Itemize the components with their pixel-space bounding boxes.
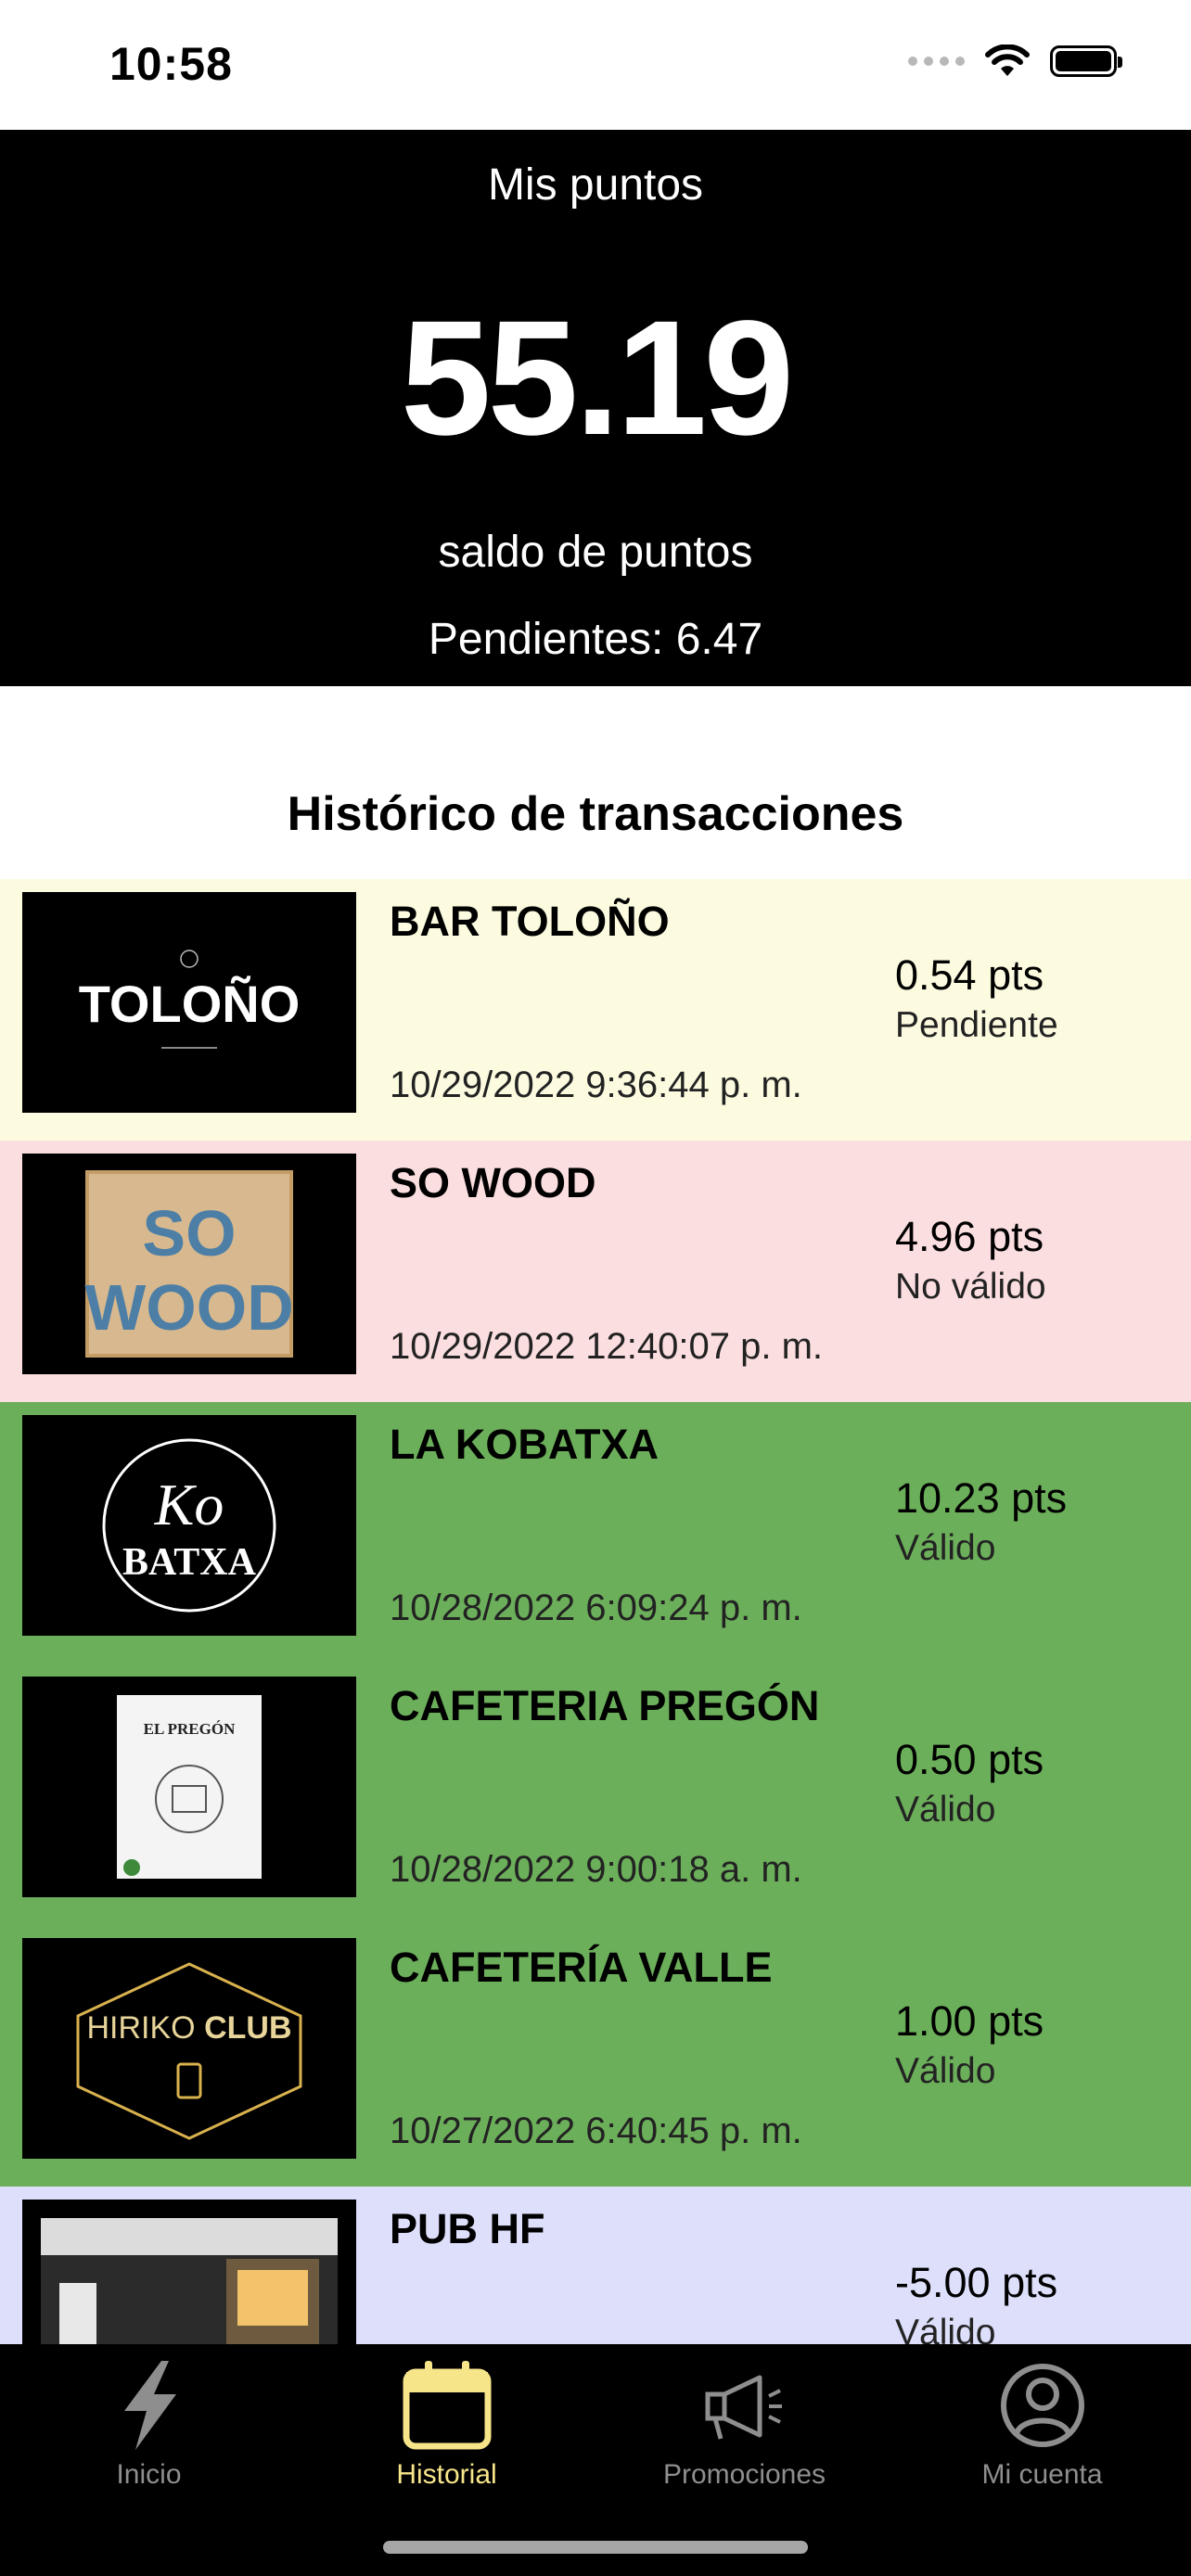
tab-label: Mi cuenta [981, 2459, 1103, 2490]
history-title: Histórico de transacciones [287, 787, 904, 841]
transaction-status: No válido [895, 1267, 1046, 1307]
signal-icon [908, 57, 965, 66]
transaction-status: Válido [895, 2051, 996, 2091]
merchant-name: CAFETERIA PREGÓN [390, 1682, 820, 1729]
transaction-status: Pendiente [895, 1005, 1058, 1045]
svg-text:Ko: Ko [154, 1472, 224, 1537]
tab-label: Historial [396, 2459, 497, 2490]
transaction-points: 4.96 pts [895, 1213, 1044, 1260]
tab-inicio[interactable]: Inicio [0, 2344, 298, 2511]
transaction-row[interactable]: PUB HF -5.00 pts Válido [0, 2187, 1191, 2344]
points-balance: 55.19 [400, 287, 794, 469]
status-time: 10:58 [109, 38, 233, 90]
points-panel: Mis puntos 55.19 saldo de puntos Pendien… [0, 130, 1191, 686]
tab-promociones[interactable]: Promociones [596, 2344, 893, 2511]
transaction-points: 0.50 pts [895, 1736, 1044, 1783]
transaction-points: 0.54 pts [895, 951, 1044, 999]
merchant-logo: SO WOOD [22, 1154, 356, 1374]
wifi-icon [985, 45, 1030, 76]
tab-mi-cuenta[interactable]: Mi cuenta [893, 2344, 1191, 2511]
transaction-list[interactable]: TOLOÑO BAR TOLOÑO 0.54 pts Pendiente 10/… [0, 879, 1191, 2344]
tab-label: Inicio [116, 2459, 182, 2490]
merchant-logo: HIRIKO CLUB [22, 1938, 356, 2159]
transaction-date: 10/28/2022 6:09:24 p. m. [390, 1588, 802, 1628]
merchant-name: PUB HF [390, 2205, 545, 2252]
transaction-status: Válido [895, 2313, 996, 2344]
status-bar: 10:58 [0, 0, 1191, 130]
transaction-date: 10/29/2022 9:36:44 p. m. [390, 1065, 802, 1105]
svg-text:HIRIKO CLUB: HIRIKO CLUB [86, 2010, 291, 2046]
svg-text:TOLOÑO: TOLOÑO [79, 975, 301, 1033]
transaction-points: 10.23 pts [895, 1474, 1068, 1522]
transaction-date: 10/27/2022 6:40:45 p. m. [390, 2111, 802, 2151]
merchant-name: BAR TOLOÑO [390, 898, 670, 945]
points-pending: Pendientes: 6.47 [428, 615, 763, 664]
transaction-row[interactable]: SO WOOD SO WOOD 4.96 pts No válido 10/29… [0, 1141, 1191, 1402]
merchant-name: LA KOBATXA [390, 1421, 659, 1468]
points-title: Mis puntos [487, 160, 704, 210]
merchant-name: CAFETERÍA VALLE [390, 1944, 773, 1991]
transaction-date: 10/29/2022 12:40:07 p. m. [390, 1326, 824, 1367]
svg-text:WOOD: WOOD [84, 1271, 294, 1344]
transaction-points: 1.00 pts [895, 1997, 1044, 2045]
calendar-icon [403, 2361, 491, 2450]
bolt-icon [123, 2361, 176, 2450]
tab-historial[interactable]: Historial [298, 2344, 596, 2511]
merchant-name: SO WOOD [390, 1159, 596, 1206]
merchant-logo: EL PREGÓN [22, 1677, 356, 1897]
account-icon [1000, 2364, 1084, 2447]
transaction-date: 10/28/2022 9:00:18 a. m. [390, 1849, 802, 1890]
merchant-logo: Ko BATXA [22, 1415, 356, 1636]
svg-text:SO: SO [142, 1197, 236, 1269]
home-indicator[interactable] [383, 2541, 808, 2554]
merchant-logo: TOLOÑO [22, 892, 356, 1113]
svg-text:BATXA: BATXA [122, 1541, 257, 1584]
points-caption: saldo de puntos [438, 528, 753, 577]
transaction-status: Válido [895, 1790, 996, 1830]
transaction-points: -5.00 pts [895, 2259, 1058, 2306]
transaction-row[interactable]: Ko BATXA LA KOBATXA 10.23 pts Válido 10/… [0, 1402, 1191, 1664]
tab-label: Promociones [662, 2459, 826, 2490]
transaction-status: Válido [895, 1528, 996, 1568]
megaphone-icon [705, 2375, 782, 2440]
transaction-row[interactable]: HIRIKO CLUB CAFETERÍA VALLE 1.00 pts Vál… [0, 1925, 1191, 2187]
battery-icon [1050, 45, 1122, 77]
status-icons [908, 45, 1122, 78]
transaction-row[interactable]: TOLOÑO BAR TOLOÑO 0.54 pts Pendiente 10/… [0, 879, 1191, 1141]
svg-text:EL PREGÓN: EL PREGÓN [144, 1720, 236, 1738]
merchant-photo [22, 2200, 356, 2344]
transaction-row[interactable]: EL PREGÓN CAFETERIA PREGÓN 0.50 pts Váli… [0, 1664, 1191, 1925]
